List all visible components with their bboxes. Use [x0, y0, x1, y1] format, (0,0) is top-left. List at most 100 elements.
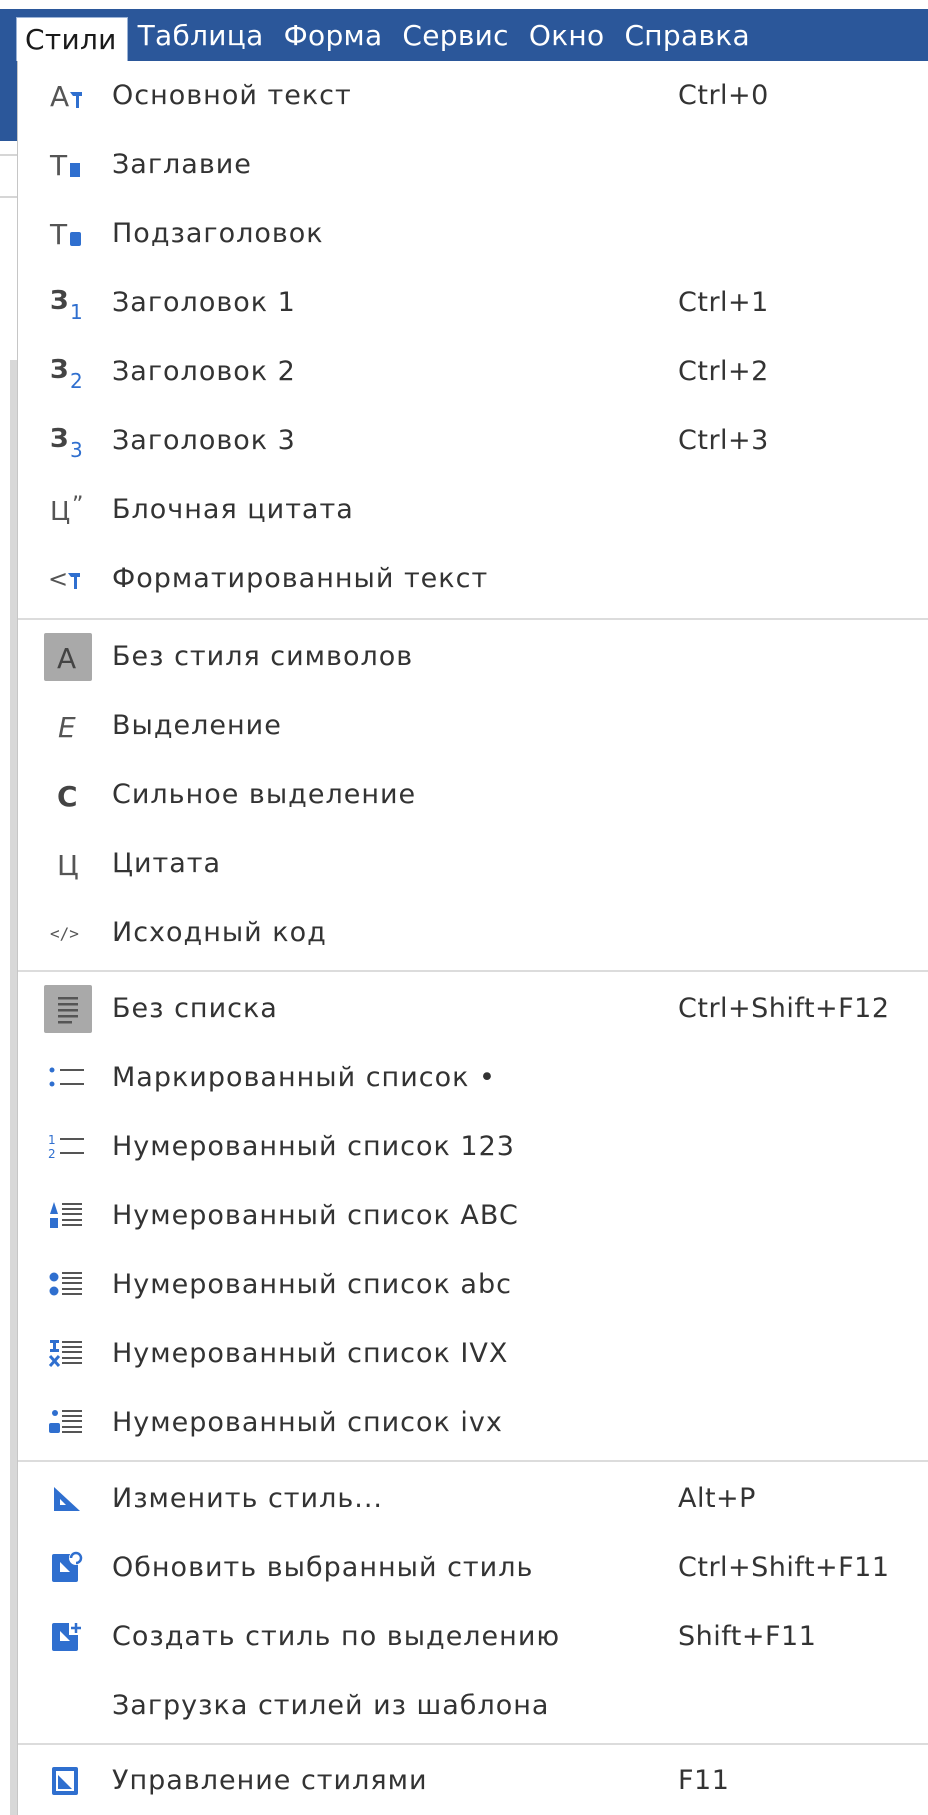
svg-text:T: T	[49, 149, 68, 182]
menu-item-shortcut: Ctrl+0	[678, 80, 769, 111]
menu-item-label: Нумерованный список ABC	[112, 1200, 519, 1231]
menu-item-strong-emphasis[interactable]: C Сильное выделение	[18, 760, 928, 829]
menu-item-heading-2[interactable]: З2 Заголовок 2 Ctrl+2	[18, 337, 928, 406]
new-style-icon	[44, 1613, 92, 1661]
quote-icon: Ц	[44, 840, 92, 888]
menu-item-subtitle[interactable]: T Подзаголовок	[18, 199, 928, 268]
menu-item-preformatted-text[interactable]: < Форматированный текст	[18, 544, 928, 613]
subtitle-icon: T	[44, 210, 92, 258]
menu-item-numbered-list-abc-upper[interactable]: Нумерованный список ABC	[18, 1181, 928, 1250]
menu-item-label: Создать стиль по выделению	[112, 1621, 561, 1652]
menu-separator	[18, 618, 928, 620]
menubar-item-label: Таблица	[137, 18, 264, 52]
menu-item-label: Форматированный текст	[112, 563, 489, 594]
menu-item-label: Исходный код	[112, 917, 327, 948]
menu-item-shortcut: Ctrl+2	[678, 356, 769, 387]
svg-text:З: З	[50, 355, 68, 385]
menu-item-emphasis[interactable]: E Выделение	[18, 691, 928, 760]
menubar-item-table[interactable]: Таблица	[128, 9, 274, 61]
svg-text:</>: </>	[50, 924, 79, 943]
menu-item-label: Сильное выделение	[112, 779, 417, 810]
background-divider	[0, 154, 17, 156]
menu-item-label: Основной текст	[112, 80, 352, 111]
menu-item-no-character-style[interactable]: A Без стиля символов	[18, 622, 928, 691]
source-code-icon: </>	[44, 909, 92, 957]
no-list-icon	[44, 985, 92, 1033]
strong-emphasis-icon: C	[44, 771, 92, 819]
manage-styles-icon	[44, 1757, 92, 1805]
svg-text:Ц: Ц	[50, 497, 70, 527]
menu-separator	[18, 1460, 928, 1462]
menu-item-label: Заглавие	[112, 149, 252, 180]
heading-3-icon: З3	[44, 417, 92, 465]
menubar-item-label: Форма	[283, 18, 383, 52]
menu-item-shortcut: Ctrl+1	[678, 287, 769, 318]
menu-item-source-code[interactable]: </> Исходный код	[18, 898, 928, 967]
svg-text:1: 1	[70, 300, 83, 321]
menubar-item-label: Стили	[25, 23, 117, 56]
body-text-icon: A	[44, 72, 92, 120]
menu-item-bullet-list[interactable]: Маркированный список •	[18, 1043, 928, 1112]
menu-item-label: Маркированный список •	[112, 1062, 496, 1093]
block-quote-icon: Ц”	[44, 486, 92, 534]
preformatted-text-icon: <	[44, 555, 92, 603]
svg-text:A: A	[50, 80, 69, 113]
menu-item-label: Заголовок 2	[112, 356, 296, 387]
svg-text:<: <	[48, 565, 68, 593]
svg-text:Ц: Ц	[57, 849, 79, 882]
menu-item-title[interactable]: T Заглавие	[18, 130, 928, 199]
emphasis-icon: E	[44, 702, 92, 750]
background-ruler	[10, 360, 17, 1815]
update-style-icon	[44, 1544, 92, 1592]
menu-item-shortcut: Ctrl+3	[678, 425, 769, 456]
screen: Стили Таблица Форма Сервис Окно Справка …	[0, 0, 928, 1815]
menu-item-label: Без стиля символов	[112, 641, 414, 672]
menu-item-numbered-list-abc-lower[interactable]: Нумерованный список abc	[18, 1250, 928, 1319]
menu-item-block-quote[interactable]: Ц” Блочная цитата	[18, 475, 928, 544]
svg-text:E: E	[58, 711, 76, 744]
numbered-list-ivx-lower-icon	[44, 1399, 92, 1447]
menubar-item-label: Окно	[528, 18, 605, 52]
background-window-strip	[0, 61, 17, 141]
menu-item-label: Нумерованный список abc	[112, 1269, 512, 1300]
menubar: Стили Таблица Форма Сервис Окно Справка	[0, 9, 928, 61]
menu-item-heading-3[interactable]: З3 Заголовок 3 Ctrl+3	[18, 406, 928, 475]
menu-item-edit-style[interactable]: Изменить стиль... Alt+P	[18, 1464, 928, 1533]
svg-text:C: C	[57, 780, 78, 813]
bullet-list-icon	[44, 1054, 92, 1102]
menu-item-body-text[interactable]: A Основной текст Ctrl+0	[18, 61, 928, 130]
menubar-item-label: Сервис	[402, 18, 509, 52]
menu-item-quote[interactable]: Ц Цитата	[18, 829, 928, 898]
menu-item-numbered-list-123[interactable]: 1 2 Нумерованный список 123	[18, 1112, 928, 1181]
menu-item-update-style[interactable]: Обновить выбранный стиль Ctrl+Shift+F11	[18, 1533, 928, 1602]
menu-item-label: Подзаголовок	[112, 218, 324, 249]
menu-item-shortcut: Alt+P	[678, 1483, 756, 1514]
menu-item-shortcut: Ctrl+Shift+F12	[678, 993, 890, 1024]
svg-text:”: ”	[72, 493, 83, 518]
menubar-item-tools[interactable]: Сервис	[392, 9, 518, 61]
menubar-item-format[interactable]: Форма	[274, 9, 393, 61]
menu-item-label: Изменить стиль...	[112, 1483, 383, 1514]
menu-item-load-styles-from-template[interactable]: Загрузка стилей из шаблона	[18, 1671, 928, 1740]
heading-1-icon: З1	[44, 279, 92, 327]
menu-item-label: Нумерованный список IVX	[112, 1338, 509, 1369]
numbered-list-ivx-upper-icon	[44, 1330, 92, 1378]
menu-item-numbered-list-ivx-upper[interactable]: Нумерованный список IVX	[18, 1319, 928, 1388]
menu-item-shortcut: F11	[678, 1765, 730, 1796]
menu-item-numbered-list-ivx-lower[interactable]: Нумерованный список ivx	[18, 1388, 928, 1457]
svg-text:3: 3	[70, 438, 83, 459]
svg-text:1: 1	[48, 1133, 56, 1147]
menu-item-new-style-from-selection[interactable]: Создать стиль по выделению Shift+F11	[18, 1602, 928, 1671]
svg-text:2: 2	[70, 369, 83, 390]
menubar-item-window[interactable]: Окно	[519, 9, 615, 61]
menu-item-manage-styles[interactable]: Управление стилями F11	[18, 1746, 928, 1815]
menu-item-label: Обновить выбранный стиль	[112, 1552, 534, 1583]
styles-dropdown-menu: A Основной текст Ctrl+0 T Заглавие T Под…	[17, 61, 928, 1815]
menu-item-no-list[interactable]: Без списка Ctrl+Shift+F12	[18, 974, 928, 1043]
menu-item-heading-1[interactable]: З1 Заголовок 1 Ctrl+1	[18, 268, 928, 337]
svg-text:A: A	[57, 642, 76, 675]
menu-separator	[18, 970, 928, 972]
menubar-item-help[interactable]: Справка	[614, 9, 759, 61]
menu-item-label: Выделение	[112, 710, 282, 741]
menubar-item-styles[interactable]: Стили	[16, 17, 128, 61]
